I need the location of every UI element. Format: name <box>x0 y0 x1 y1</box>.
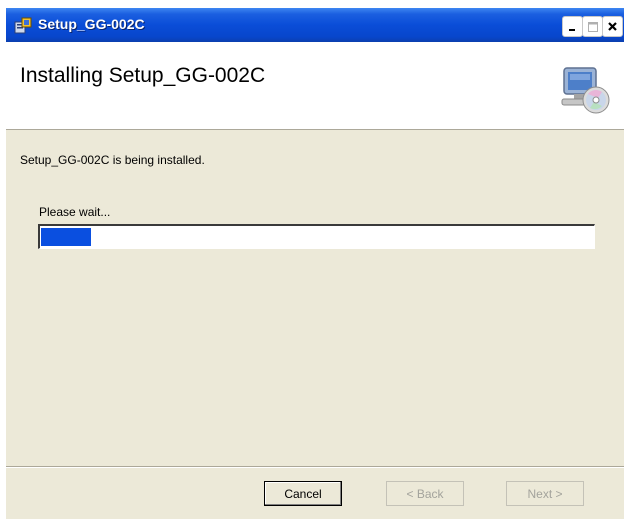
close-button[interactable] <box>602 16 623 37</box>
next-button[interactable]: Next > <box>506 481 584 506</box>
minimize-icon <box>568 28 575 31</box>
title-bar[interactable]: Setup_GG-002C <box>6 8 624 42</box>
install-progress-bar <box>38 224 595 249</box>
header-banner: Installing Setup_GG-002C <box>6 42 624 130</box>
setup-window: Setup_GG-002C Installing Setup_GG-002C S… <box>6 8 624 519</box>
minimize-button[interactable] <box>562 16 583 37</box>
close-icon <box>608 22 617 31</box>
maximize-icon <box>587 21 598 32</box>
maximize-button[interactable] <box>582 16 603 37</box>
back-button[interactable]: < Back <box>386 481 464 506</box>
footer-divider <box>6 466 624 468</box>
window-title: Setup_GG-002C <box>38 16 145 32</box>
progress-label: Please wait... <box>39 205 111 219</box>
cancel-button[interactable]: Cancel <box>264 481 342 506</box>
install-status-text: Setup_GG-002C is being installed. <box>20 153 205 167</box>
installer-icon <box>14 17 32 34</box>
computer-cd-icon <box>561 67 610 114</box>
page-title: Installing Setup_GG-002C <box>20 64 266 87</box>
progress-fill <box>41 228 91 246</box>
